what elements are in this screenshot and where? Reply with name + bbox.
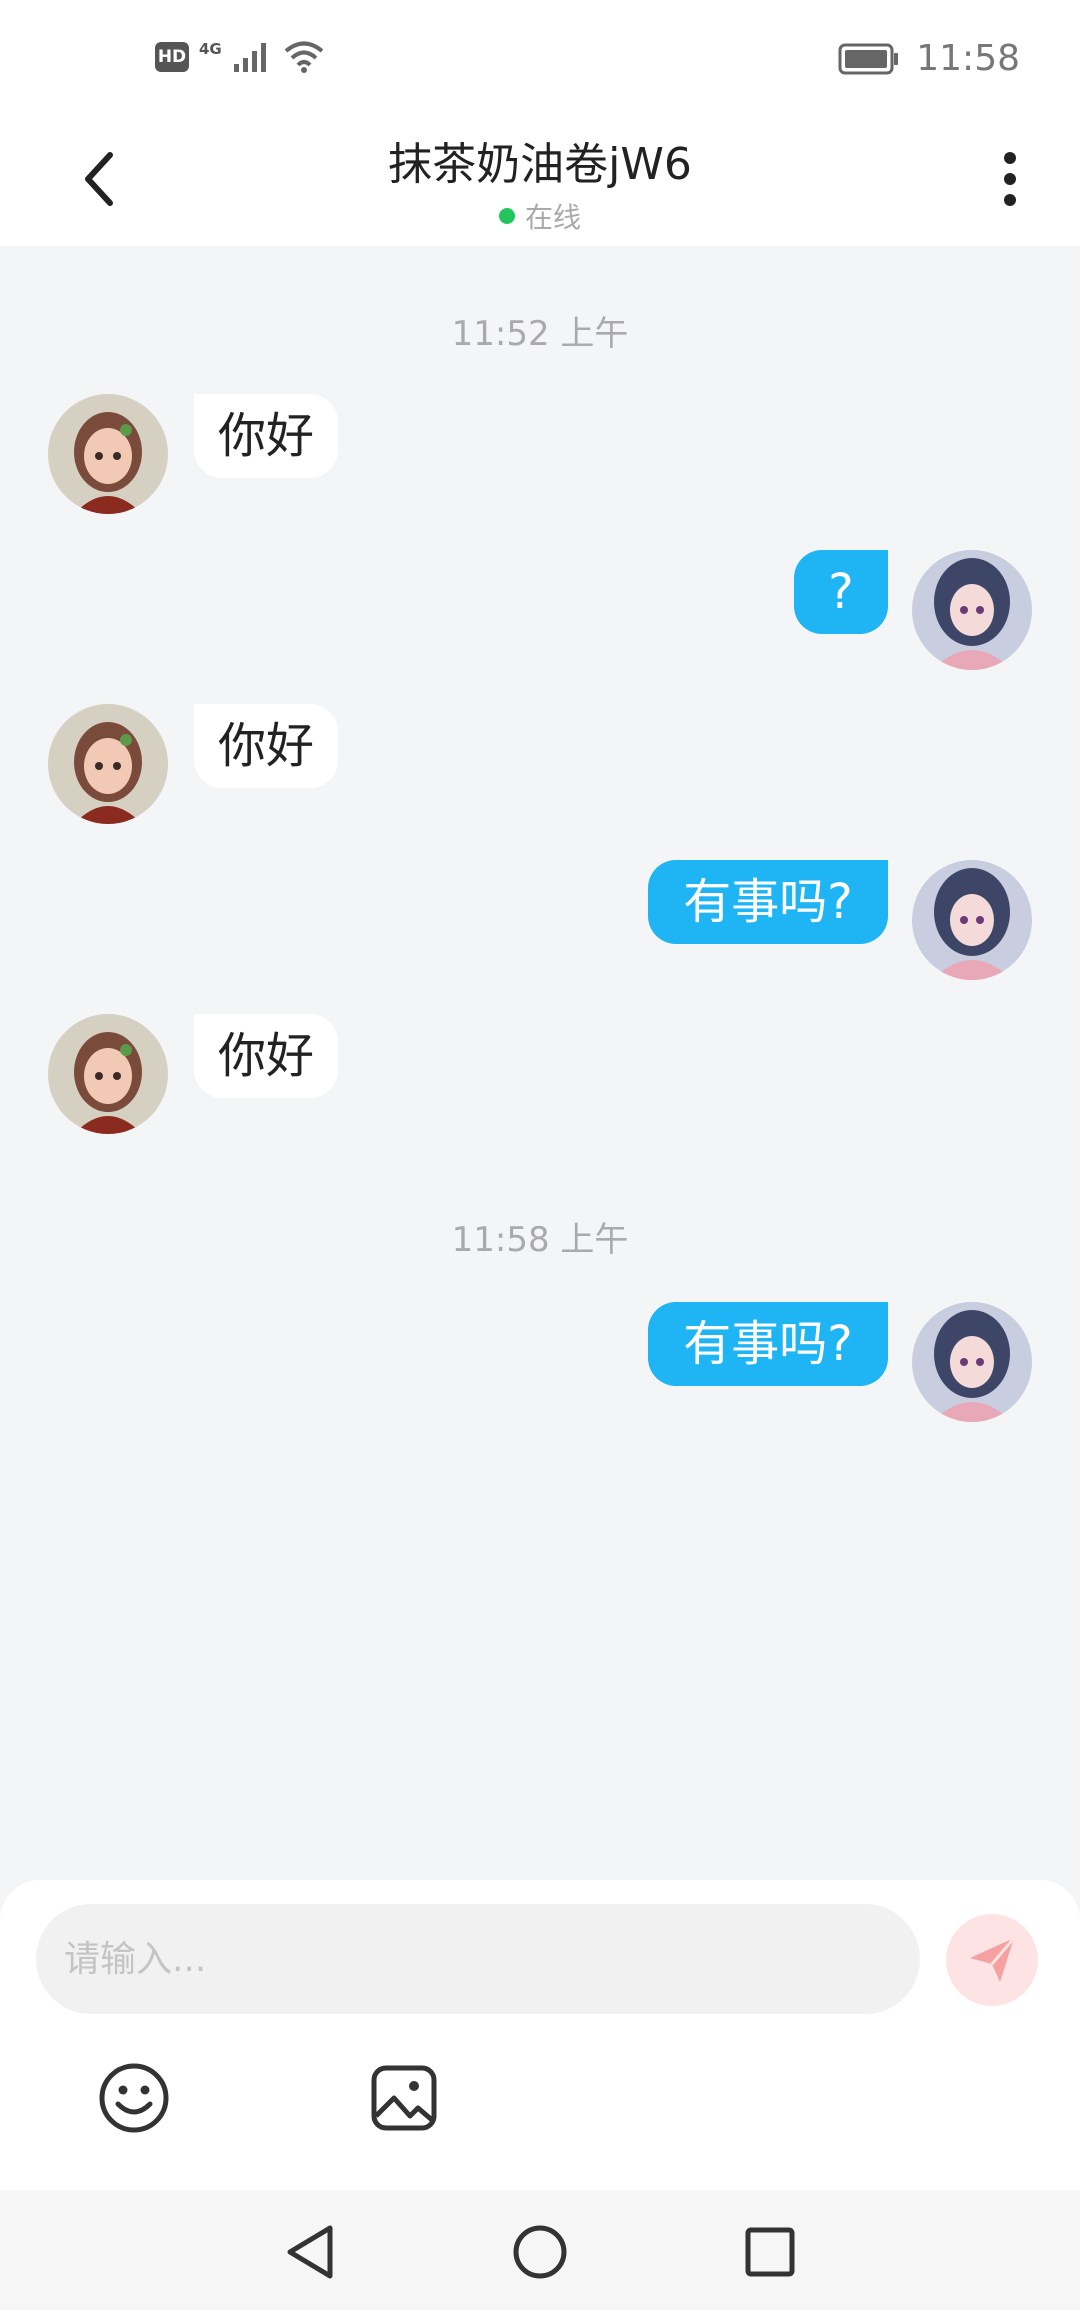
message-bubble-incoming[interactable]: 你好 [194,394,339,478]
more-dot-icon [1004,152,1016,164]
message-bubble-outgoing[interactable]: 有事吗? [648,860,888,944]
nav-back-button[interactable] [278,2220,342,2284]
message-bubble-outgoing[interactable]: 有事吗? [648,1302,888,1386]
network-type: 4G [199,40,222,58]
composer-panel [0,1880,1080,2190]
timestamp: 11:58 上午 [451,1220,629,1260]
user-avatar[interactable] [912,860,1032,980]
contact-avatar[interactable] [48,704,168,824]
circle-home-icon [513,2225,567,2279]
emoji-button[interactable] [94,2058,174,2138]
user-avatar-image [912,550,1032,670]
status-time: 11:58 [916,38,1020,79]
send-button[interactable] [946,1914,1038,2006]
nav-recents-button[interactable] [738,2220,802,2284]
contact-avatar[interactable] [48,394,168,514]
online-status-text: 在线 [524,201,581,234]
user-avatar[interactable] [912,1302,1032,1422]
title-block: 抹茶奶油卷jW6 在线 [0,128,1080,236]
more-dot-icon [1004,173,1016,185]
online-status: 在线 [498,196,581,236]
message-list[interactable]: 11:52 上午 你好 ? 你好 有事吗? 你好 11:58 上午 有事吗? [0,246,1080,1880]
contact-avatar-image [48,394,168,514]
status-bar: HD 4G 11:58 [0,0,1080,120]
battery-icon [838,43,899,74]
timestamp: 11:52 上午 [451,314,629,354]
message-input[interactable] [36,1904,920,2014]
image-button[interactable] [364,2058,444,2138]
contact-avatar-image [48,1014,168,1134]
nav-home-button[interactable] [508,2220,572,2284]
user-avatar-image [912,860,1032,980]
chat-title: 抹茶奶油卷jW6 [388,139,692,190]
image-icon [371,2065,437,2131]
signal-icon [233,43,266,72]
chat-header: 抹茶奶油卷jW6 在线 [0,120,1080,246]
more-dot-icon [1004,194,1016,206]
status-icons-right: 11:58 [838,38,1020,79]
smiley-icon [99,2063,169,2133]
triangle-back-icon [287,2225,333,2279]
message-bubble-incoming[interactable]: 你好 [194,704,339,788]
wifi-icon [284,41,324,73]
more-options-button[interactable] [980,144,1040,214]
contact-avatar[interactable] [48,1014,168,1134]
status-icons-left: HD 4G [155,40,326,74]
user-avatar[interactable] [912,550,1032,670]
system-nav-bar [0,2190,1080,2310]
send-icon [970,1937,1016,1982]
message-bubble-outgoing[interactable]: ? [794,550,888,634]
user-avatar-image [912,1302,1032,1422]
square-recents-icon [745,2227,795,2277]
message-bubble-incoming[interactable]: 你好 [194,1014,339,1098]
hd-badge: HD [155,42,189,72]
contact-avatar-image [48,704,168,824]
online-dot [498,208,515,224]
